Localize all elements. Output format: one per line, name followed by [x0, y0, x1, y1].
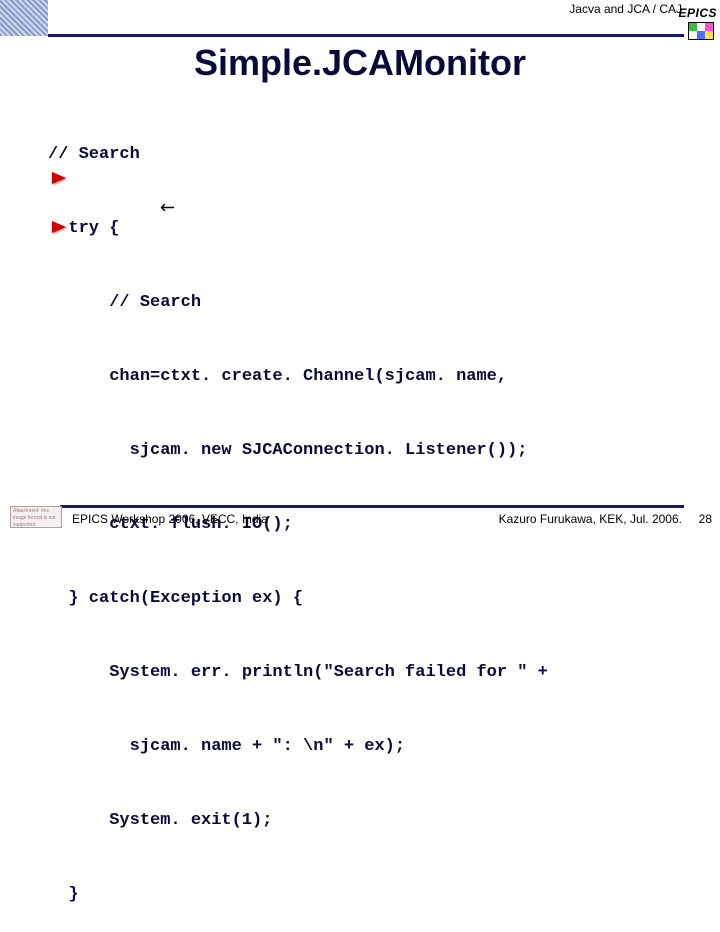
footer: Attachment: this image format is not sup… [0, 510, 720, 530]
page-title: Simple.JCAMonitor [0, 42, 720, 84]
breadcrumb: Jacva and JCA / CAJ [569, 2, 682, 16]
arrow-icon [52, 172, 66, 184]
code-line: // Search [48, 143, 700, 168]
code-line: System. err. println("Search failed for … [48, 661, 700, 686]
epics-logo-icon [688, 22, 714, 40]
header-divider [48, 34, 684, 37]
arrow-icon [52, 221, 66, 233]
code-line: sjcam. new SJCAConnection. Listener()); [48, 439, 700, 464]
logo-placeholder [0, 0, 48, 36]
page-number: 28 [699, 512, 712, 526]
code-line: chan=ctxt. create. Channel(sjcam. name, [48, 365, 700, 390]
footer-left-text: EPICS Workshop 2006, VECC, India [72, 512, 268, 526]
code-line: System. exit(1); [48, 809, 700, 834]
footer-right-text: Kazuro Furukawa, KEK, Jul. 2006. [499, 512, 682, 526]
code-line: sjcam. name + ": \n" + ex); [48, 735, 700, 760]
footer-divider [60, 505, 684, 508]
code-line: } catch(Exception ex) { [48, 587, 700, 612]
code-line: try { [48, 217, 700, 242]
code-line: // Search [48, 291, 700, 316]
code-line: } [48, 883, 700, 908]
brand-label: EPICS [678, 6, 717, 20]
image-placeholder: Attachment: this image format is not sup… [10, 506, 62, 528]
